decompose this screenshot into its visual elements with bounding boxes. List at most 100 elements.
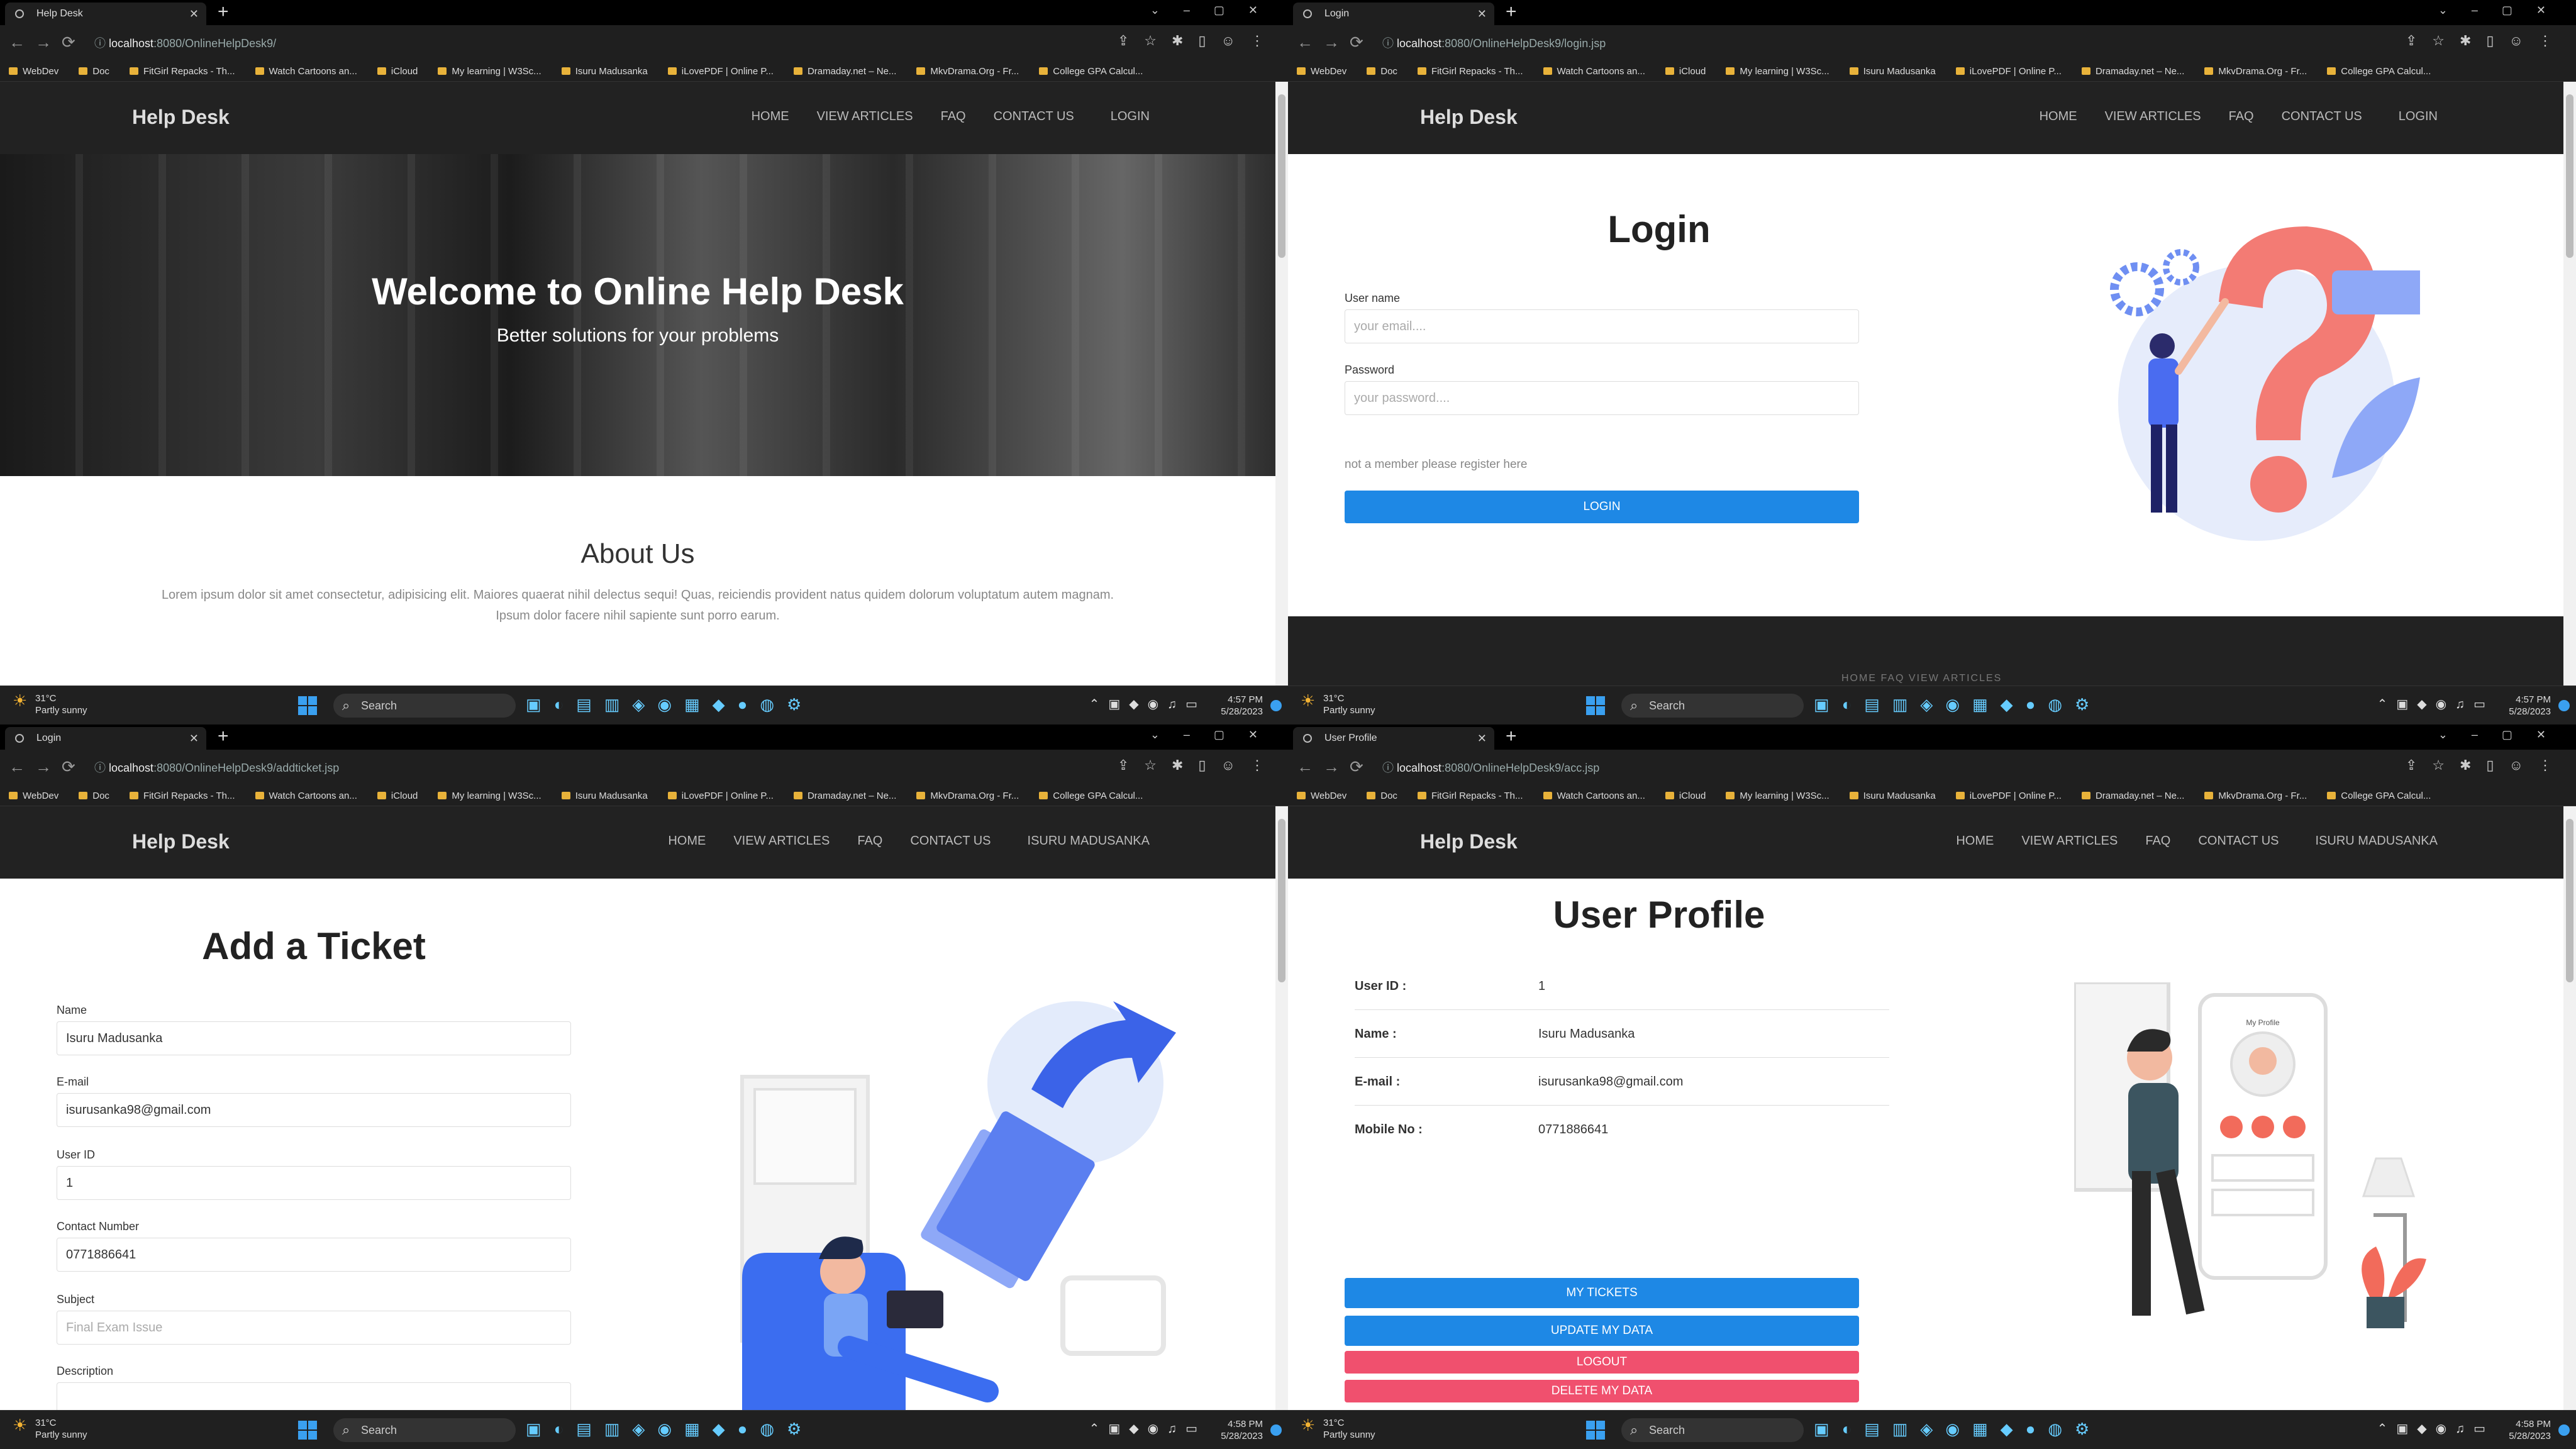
- bookmark-item[interactable]: College GPA Calcul...: [2327, 62, 2431, 81]
- weather-widget[interactable]: 31°CPartly sunny: [1301, 1417, 1375, 1441]
- password-input[interactable]: [1345, 381, 1859, 415]
- bookmark-item[interactable]: My learning | W3Sc...: [438, 62, 541, 81]
- menu-user[interactable]: ISURU MADUSANKA: [1028, 834, 1150, 848]
- bookmark-item[interactable]: iCloud: [1665, 786, 1706, 806]
- scrollbar[interactable]: [2563, 82, 2576, 686]
- menu-view-articles[interactable]: VIEW ARTICLES: [817, 109, 913, 123]
- bookmark-item[interactable]: Watch Cartoons an...: [255, 62, 357, 81]
- menu-contact-us[interactable]: CONTACT US: [910, 834, 991, 848]
- brand-logo[interactable]: Help Desk: [1420, 106, 1518, 129]
- menu-contact-us[interactable]: CONTACT US: [994, 109, 1074, 123]
- weather-widget[interactable]: 31°CPartly sunny: [13, 1417, 87, 1441]
- bookmark-item[interactable]: iCloud: [377, 786, 418, 806]
- bookmark-item[interactable]: Doc: [1367, 62, 1397, 81]
- logout-button[interactable]: LOGOUT: [1345, 1351, 1859, 1374]
- bookmark-item[interactable]: College GPA Calcul...: [1039, 62, 1143, 81]
- url-field[interactable]: ⓘ localhost:8080/OnlineHelpDesk9/: [94, 31, 1038, 55]
- menu-home[interactable]: HOME: [668, 834, 706, 848]
- system-tray[interactable]: ⌃▣◆◉♫▭: [1089, 1421, 1206, 1436]
- system-tray[interactable]: ⌃▣◆◉♫▭: [2377, 1421, 2494, 1436]
- menu-faq[interactable]: FAQ: [2229, 109, 2254, 123]
- url-field[interactable]: ⓘ localhost:8080/OnlineHelpDesk9/login.j…: [1382, 31, 2326, 55]
- bookmark-item[interactable]: WebDev: [1297, 786, 1346, 806]
- weather-widget[interactable]: 31°CPartly sunny: [1301, 692, 1375, 716]
- bookmark-item[interactable]: WebDev: [9, 62, 58, 81]
- bookmark-item[interactable]: Isuru Madusanka: [562, 786, 648, 806]
- window-controls[interactable]: ⌄–▢✕: [2438, 4, 2570, 17]
- nav-buttons[interactable]: ←→⟳: [9, 757, 86, 777]
- bookmark-item[interactable]: FitGirl Repacks - Th...: [1418, 786, 1523, 806]
- close-tab-icon[interactable]: ✕: [1477, 727, 1487, 750]
- brand-logo[interactable]: Help Desk: [132, 106, 230, 129]
- bookmark-item[interactable]: Dramaday.net – Ne...: [794, 786, 896, 806]
- browser-tab[interactable]: Help Desk ✕: [5, 3, 206, 25]
- bookmark-item[interactable]: Doc: [1367, 786, 1397, 806]
- nav-buttons[interactable]: ←→⟳: [1297, 757, 1374, 777]
- toolbar-icons[interactable]: ⇪☆✱▯☺⋮: [2406, 33, 2567, 49]
- bookmark-item[interactable]: Isuru Madusanka: [1850, 786, 1936, 806]
- taskbar-search[interactable]: Search: [333, 1418, 516, 1442]
- username-input[interactable]: [1345, 309, 1859, 343]
- bookmark-item[interactable]: MkvDrama.Org - Fr...: [916, 786, 1019, 806]
- bookmark-item[interactable]: College GPA Calcul...: [1039, 786, 1143, 806]
- bookmark-item[interactable]: Watch Cartoons an...: [255, 786, 357, 806]
- windows-start-icon[interactable]: [298, 1421, 317, 1440]
- bookmark-item[interactable]: FitGirl Repacks - Th...: [130, 786, 235, 806]
- pinned-apps[interactable]: ▣◐▤▥◈◉▦◆●◍⚙: [526, 695, 814, 714]
- bookmark-item[interactable]: WebDev: [1297, 62, 1346, 81]
- taskbar-search[interactable]: Search: [1621, 1418, 1804, 1442]
- nav-buttons[interactable]: ←→⟳: [9, 33, 86, 52]
- bookmark-item[interactable]: Doc: [79, 786, 109, 806]
- pinned-apps[interactable]: ▣◐▤▥◈◉▦◆●◍⚙: [1814, 695, 2102, 714]
- system-tray[interactable]: ⌃▣◆◉♫▭: [1089, 696, 1206, 712]
- scrollbar[interactable]: [2563, 806, 2576, 1410]
- footer-links[interactable]: HOME FAQ VIEW ARTICLES: [1841, 673, 2002, 684]
- taskbar-clock[interactable]: 4:58 PM 5/28/2023: [2509, 1418, 2570, 1442]
- menu-home[interactable]: HOME: [752, 109, 789, 123]
- taskbar-search[interactable]: Search: [1621, 694, 1804, 718]
- description-input[interactable]: [57, 1382, 571, 1410]
- bookmark-item[interactable]: iLovePDF | Online P...: [1956, 786, 2062, 806]
- bookmark-item[interactable]: Isuru Madusanka: [562, 62, 648, 81]
- bookmark-item[interactable]: Doc: [79, 62, 109, 81]
- system-tray[interactable]: ⌃▣◆◉♫▭: [2377, 696, 2494, 712]
- taskbar-clock[interactable]: 4:58 PM 5/28/2023: [1221, 1418, 1282, 1442]
- delete-data-button[interactable]: DELETE MY DATA: [1345, 1380, 1859, 1402]
- bookmark-item[interactable]: Isuru Madusanka: [1850, 62, 1936, 81]
- menu-user[interactable]: ISURU MADUSANKA: [2316, 834, 2438, 848]
- new-tab-icon[interactable]: +: [218, 726, 229, 747]
- pinned-apps[interactable]: ▣◐▤▥◈◉▦◆●◍⚙: [1814, 1419, 2102, 1439]
- bookmark-item[interactable]: MkvDrama.Org - Fr...: [2204, 786, 2307, 806]
- close-tab-icon[interactable]: ✕: [189, 727, 199, 750]
- bookmark-item[interactable]: Dramaday.net – Ne...: [2082, 62, 2184, 81]
- email-input[interactable]: [57, 1093, 571, 1127]
- menu-home[interactable]: HOME: [2040, 109, 2077, 123]
- close-tab-icon[interactable]: ✕: [189, 3, 199, 25]
- login-button[interactable]: LOGIN: [1345, 491, 1859, 523]
- toolbar-icons[interactable]: ⇪☆✱▯☺⋮: [1118, 757, 1279, 774]
- bookmark-item[interactable]: My learning | W3Sc...: [438, 786, 541, 806]
- windows-start-icon[interactable]: [1586, 696, 1605, 715]
- bookmark-item[interactable]: Dramaday.net – Ne...: [2082, 786, 2184, 806]
- browser-tab[interactable]: Login ✕: [1293, 3, 1494, 25]
- bookmark-item[interactable]: WebDev: [9, 786, 58, 806]
- bookmark-item[interactable]: MkvDrama.Org - Fr...: [916, 62, 1019, 81]
- bookmark-item[interactable]: iLovePDF | Online P...: [668, 62, 774, 81]
- brand-logo[interactable]: Help Desk: [1420, 830, 1518, 853]
- menu-view-articles[interactable]: VIEW ARTICLES: [733, 834, 830, 848]
- menu-view-articles[interactable]: VIEW ARTICLES: [2105, 109, 2201, 123]
- bookmark-item[interactable]: iLovePDF | Online P...: [668, 786, 774, 806]
- update-data-button[interactable]: UPDATE MY DATA: [1345, 1316, 1859, 1346]
- taskbar-search[interactable]: Search: [333, 694, 516, 718]
- weather-widget[interactable]: 31°CPartly sunny: [13, 692, 87, 716]
- bookmark-item[interactable]: MkvDrama.Org - Fr...: [2204, 62, 2307, 81]
- scrollbar[interactable]: [1275, 806, 1288, 1410]
- brand-logo[interactable]: Help Desk: [132, 830, 230, 853]
- url-field[interactable]: ⓘ localhost:8080/OnlineHelpDesk9/addtick…: [94, 756, 1038, 780]
- scrollbar[interactable]: [1275, 82, 1288, 686]
- menu-home[interactable]: HOME: [1956, 834, 1994, 848]
- bookmark-item[interactable]: Watch Cartoons an...: [1543, 62, 1645, 81]
- browser-tab[interactable]: User Profile ✕: [1293, 727, 1494, 750]
- bookmark-item[interactable]: iCloud: [377, 62, 418, 81]
- menu-view-articles[interactable]: VIEW ARTICLES: [2021, 834, 2118, 848]
